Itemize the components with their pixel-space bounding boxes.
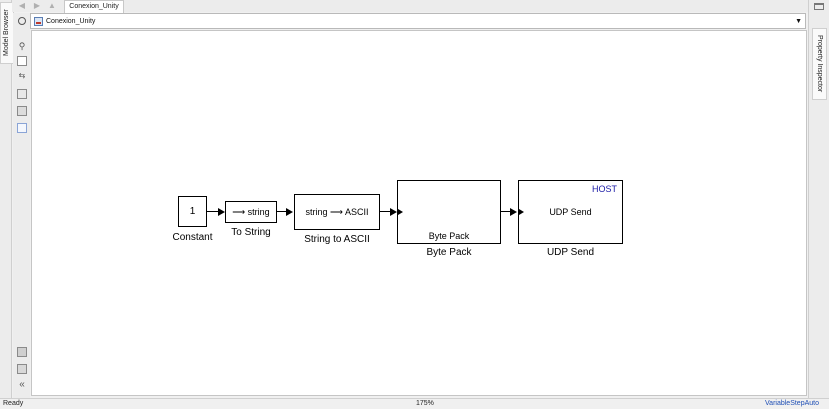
library-icon[interactable] [17, 364, 27, 374]
hide-show-browser-icon[interactable] [18, 17, 26, 25]
signal-arrowhead [218, 208, 225, 216]
arrow-right-icon[interactable]: ▶ [31, 1, 43, 11]
collapse-left-icon[interactable]: « [17, 380, 27, 390]
model-browser-strip: Model Browser [0, 0, 14, 398]
udp-send-host: HOST [591, 184, 617, 194]
constant-label: Constant [172, 232, 213, 243]
string-to-ascii-content: string ⟶ ASCII [305, 206, 369, 217]
property-inspector-strip: Property Inspector [808, 0, 829, 398]
image-icon[interactable] [17, 89, 27, 99]
to-string-label: To String [231, 227, 271, 238]
breadcrumb-path[interactable]: Conexion_Unity [46, 15, 95, 28]
nav-row: ◀ ▶ ▲ Conexion_Unity [12, 0, 808, 13]
breadcrumb[interactable]: Conexion_Unity ▼ [30, 13, 806, 29]
udp-send-content: UDP Send [549, 207, 592, 217]
image-alt-icon[interactable] [17, 106, 27, 116]
area-icon[interactable] [17, 123, 27, 133]
byte-pack-block[interactable]: Byte Pack [397, 180, 501, 244]
constant-value: 1 [189, 206, 196, 217]
udp-send-block[interactable]: HOST UDP Send [518, 180, 623, 244]
signal-arrowhead [286, 208, 293, 216]
byte-pack-content: Byte Pack [428, 231, 470, 241]
constant-block[interactable]: 1 [178, 196, 207, 227]
model-icon [34, 17, 43, 26]
zoom-level[interactable]: 175% [416, 399, 434, 409]
byte-pack-label: Byte Pack [426, 247, 472, 258]
arrow-up-icon[interactable]: ▲ [46, 1, 58, 11]
window-layout-icon[interactable] [814, 3, 824, 10]
status-bar: Ready 175% VariableStepAuto [0, 398, 829, 409]
zoom-icon[interactable]: ⚲ [17, 41, 27, 51]
chevron-down-icon[interactable]: ▼ [795, 14, 802, 29]
input-port-icon [398, 209, 403, 215]
arrow-left-icon[interactable]: ◀ [16, 1, 28, 11]
signal-arrowhead [390, 208, 397, 216]
to-string-content: ⟶ string [232, 206, 270, 217]
status-state: Ready [3, 400, 24, 407]
solver-link[interactable]: VariableStepAuto [765, 399, 819, 409]
tab-conexion-unity[interactable]: Conexion_Unity [64, 0, 124, 13]
property-inspector-tab[interactable]: Property Inspector [812, 28, 827, 100]
to-string-block[interactable]: ⟶ string [225, 201, 277, 223]
camera-icon[interactable] [17, 347, 27, 357]
model-canvas[interactable]: 1 Constant ⟶ string To String string ⟶ A… [31, 30, 807, 396]
canvas-toolbar: ⚲ ⇆ « [13, 13, 30, 398]
udp-send-label: UDP Send [546, 247, 595, 258]
signal-arrowhead [510, 208, 517, 216]
string-to-ascii-block[interactable]: string ⟶ ASCII [294, 194, 380, 230]
string-to-ascii-label: String to ASCII [304, 234, 370, 245]
fit-view-icon[interactable] [17, 56, 27, 66]
signal-arrows-icon[interactable]: ⇆ [17, 71, 27, 81]
